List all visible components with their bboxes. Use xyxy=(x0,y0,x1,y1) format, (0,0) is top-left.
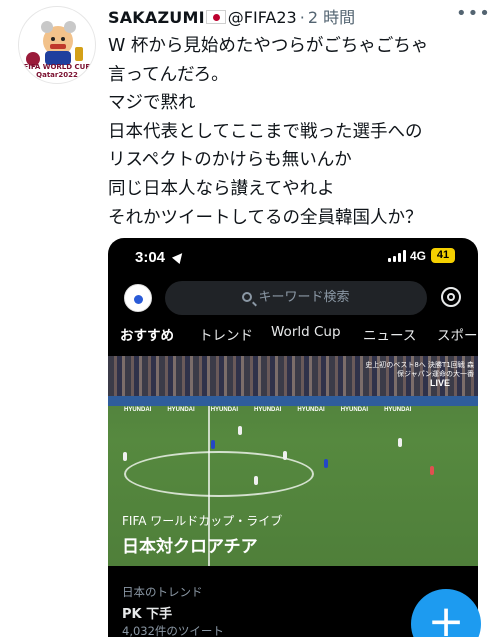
player-marker xyxy=(238,426,242,435)
tab-sports[interactable]: スポーツ xyxy=(437,324,478,344)
event-category: FIFA ワールドカップ・ライブ xyxy=(122,514,283,528)
attached-screenshot[interactable]: 3:04 4G 41 キーワード検索 おすすめ トレンド World Cup ニ… xyxy=(108,238,478,637)
tweet-line: W 杯から見始めたやつらがごちゃごちゃ xyxy=(108,36,429,56)
tab-recommended[interactable]: おすすめ xyxy=(120,324,174,344)
tweet-text: W 杯から見始めたやつらがごちゃごちゃ 言ってんだろ。 マジで黙れ 日本代表とし… xyxy=(108,32,493,232)
player-marker xyxy=(430,466,434,475)
status-bar: 3:04 4G 41 xyxy=(108,238,478,278)
tweet-line: 日本代表としてここまで戦った選手への xyxy=(108,121,423,142)
player-marker xyxy=(211,440,215,449)
explore-tabs: おすすめ トレンド World Cup ニュース スポーツ xyxy=(108,324,478,352)
ad-boards: HYUNDAI HYUNDAI HYUNDAI HYUNDAI HYUNDAI HYUND… xyxy=(108,396,478,413)
status-time: 3:04 xyxy=(135,249,166,266)
player-marker xyxy=(283,451,287,460)
handle[interactable]: @FIFA23 xyxy=(228,8,297,27)
trend-header: 日本のトレンド xyxy=(122,585,203,599)
separator-dot: · xyxy=(299,8,305,27)
tweet-line: 同じ日本人なら讃えてやれよ xyxy=(108,178,335,199)
author-avatar[interactable]: FIFA WORLD CUP Qatar2022 xyxy=(18,6,96,84)
search-input[interactable]: キーワード検索 xyxy=(165,281,427,315)
live-event-hero[interactable]: HYUNDAI HYUNDAI HYUNDAI HYUNDAI HYUNDAI HYUND… xyxy=(108,356,478,566)
tab-world-cup[interactable]: World Cup xyxy=(271,324,341,340)
location-arrow-icon xyxy=(171,249,187,265)
display-name[interactable]: SAKAZUMI xyxy=(108,8,205,27)
search-icon xyxy=(242,292,253,302)
player-marker xyxy=(398,438,402,447)
player-marker xyxy=(123,452,127,461)
tab-news[interactable]: ニュース xyxy=(363,324,416,344)
flag-icon xyxy=(205,10,226,24)
tweet-header: SAKAZUMI @FIFA23 · 2 時間 xyxy=(108,7,355,29)
timestamp[interactable]: 2 時間 xyxy=(308,8,355,27)
search-placeholder: キーワード検索 xyxy=(258,290,350,305)
avatar-banner: FIFA WORLD CUP Qatar2022 xyxy=(23,63,91,79)
player-marker xyxy=(324,459,328,468)
settings-gear-icon[interactable] xyxy=(441,287,461,307)
tweet-line: リスペクトのかけらも無いんか xyxy=(108,150,352,171)
signal-icon xyxy=(388,250,406,262)
tweet-line: それかツイートしてるの全員韓国人か？ xyxy=(108,207,423,228)
trend-title: PK 下手 xyxy=(122,607,173,622)
more-icon[interactable]: ••• xyxy=(456,5,490,26)
battery-level: 41 xyxy=(431,248,455,263)
tweet: FIFA WORLD CUP Qatar2022 SAKAZUMI @FIFA23… xyxy=(0,0,500,637)
tab-trends[interactable]: トレンド xyxy=(199,324,253,344)
network-type: 4G xyxy=(410,249,427,263)
event-title: 日本対クロアチア xyxy=(122,537,258,557)
live-badge: LIVE xyxy=(430,378,451,388)
tweet-line: 言ってんだろ。 xyxy=(108,64,229,85)
trend-count: 4,032件のツイート xyxy=(122,624,224,637)
tweet-line: マジで黙れ xyxy=(108,93,196,114)
profile-avatar[interactable] xyxy=(124,284,152,312)
broadcast-overlay: 史上初のベスト8へ 決勝T1回戦 森保ジャパン運命の大一番 xyxy=(365,361,474,378)
player-marker xyxy=(254,476,258,485)
